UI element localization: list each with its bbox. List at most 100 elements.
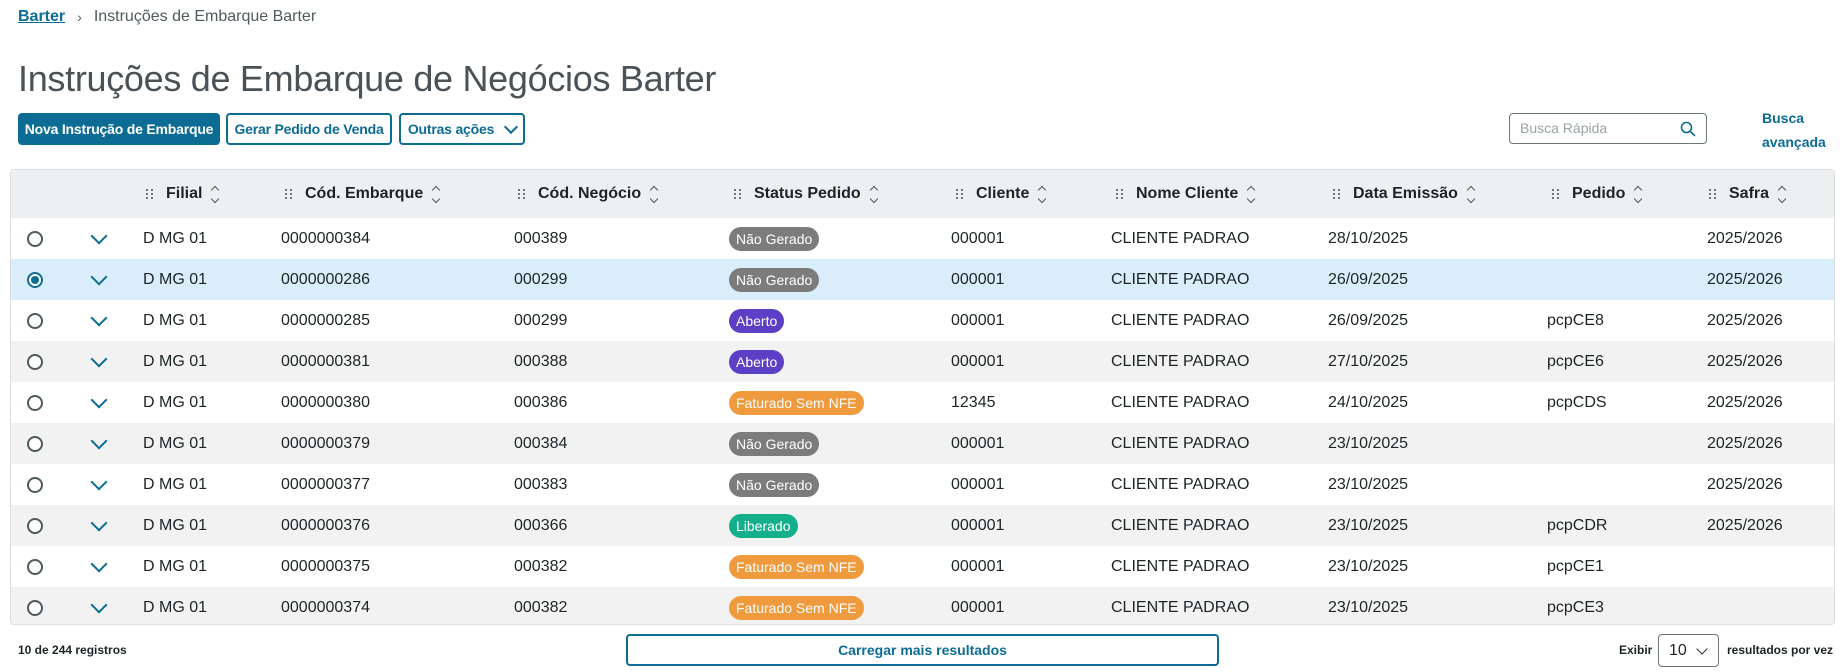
page-size-label: Exibir <box>1619 643 1653 657</box>
drag-handle-icon[interactable] <box>1333 189 1341 199</box>
row-select-cell <box>27 259 43 300</box>
row-select-radio[interactable] <box>27 558 43 575</box>
advanced-search-link[interactable]: Busca avançada <box>1762 106 1828 154</box>
cell-cod-negocio-text: 000366 <box>514 516 568 534</box>
chevron-down-icon[interactable] <box>90 596 108 613</box>
row-select-radio[interactable] <box>27 599 43 616</box>
cell-filial: D MG 01 <box>143 587 207 624</box>
row-select-cell <box>27 382 43 423</box>
row-select-cell <box>27 341 43 382</box>
row-select-radio[interactable] <box>27 230 43 247</box>
row-select-radio[interactable] <box>27 353 43 370</box>
sort-icon[interactable] <box>1247 185 1256 203</box>
chevron-down-icon[interactable] <box>90 350 108 367</box>
row-select-radio[interactable] <box>27 312 43 329</box>
row-expand-cell <box>90 382 108 423</box>
quick-search-input[interactable] <box>1518 119 1682 137</box>
column-header-filial[interactable]: Filial <box>146 170 220 218</box>
table-row[interactable]: D MG 01 0000000384 000389 Não Gerado 000001 C… <box>11 218 1834 259</box>
chevron-down-icon[interactable] <box>90 555 108 572</box>
record-count: 10 de 244 registros <box>18 643 127 657</box>
new-shipping-instruction-button[interactable]: Nova Instrução de Embarque <box>18 113 220 145</box>
cell-pedido-text: pcpCE1 <box>1547 557 1604 575</box>
cell-nome-cliente: CLIENTE PADRAO <box>1111 259 1249 300</box>
drag-handle-icon[interactable] <box>956 189 964 199</box>
cell-data-emissao: 26/09/2025 <box>1328 259 1408 300</box>
cell-filial-text: D MG 01 <box>143 270 208 288</box>
chevron-down-icon[interactable] <box>90 227 108 244</box>
chevron-down-icon[interactable] <box>90 309 108 326</box>
cell-safra-text: 2025/2026 <box>1707 270 1783 288</box>
table-row[interactable]: D MG 01 0000000381 000388 Aberto 000001 CLIEN… <box>11 341 1834 382</box>
drag-handle-icon[interactable] <box>1116 189 1124 199</box>
cell-status-pedido: Não Gerado <box>729 259 820 300</box>
search-icon[interactable] <box>1680 121 1696 137</box>
sort-icon[interactable] <box>1038 185 1047 203</box>
chevron-down-icon[interactable] <box>90 473 108 490</box>
chevron-down-icon[interactable] <box>90 268 108 285</box>
column-header-safra[interactable]: Safra <box>1709 170 1787 218</box>
cell-pedido-text: pcpCE6 <box>1547 352 1604 370</box>
column-header-label: Filial <box>166 185 203 202</box>
cell-cod-negocio: 000389 <box>514 218 567 259</box>
load-more-button[interactable]: Carregar mais resultados <box>626 634 1219 666</box>
table-row[interactable]: D MG 01 0000000376 000366 Liberado 000001 CLI… <box>11 505 1834 546</box>
column-header-data-emissao[interactable]: Data Emissão <box>1333 170 1476 218</box>
cell-cod-negocio: 000388 <box>514 341 567 382</box>
column-header-label: Nome Cliente <box>1136 185 1239 202</box>
quick-search[interactable] <box>1509 113 1707 144</box>
sort-icon[interactable] <box>431 185 441 203</box>
chevron-down-icon[interactable] <box>90 391 108 408</box>
breadcrumb-root-link[interactable]: Barter <box>18 8 65 26</box>
cell-cod-negocio: 000382 <box>514 546 567 587</box>
cell-cod-negocio-text: 000299 <box>514 270 568 288</box>
table-row[interactable]: D MG 01 0000000285 000299 Aberto 000001 CLIEN… <box>11 300 1834 341</box>
sort-icon[interactable] <box>1466 185 1476 203</box>
column-header-label: Pedido <box>1572 185 1626 202</box>
other-actions-button[interactable]: Outras ações <box>399 113 525 145</box>
sort-icon[interactable] <box>1777 185 1787 203</box>
drag-handle-icon[interactable] <box>285 189 293 199</box>
column-header-pedido[interactable]: Pedido <box>1552 170 1643 218</box>
column-header-status-pedido[interactable]: Status Pedido <box>734 170 878 218</box>
column-header-cod-embarque[interactable]: Cód. Embarque <box>285 170 441 218</box>
table-row[interactable]: D MG 01 0000000377 000383 Não Gerado 000001 C… <box>11 464 1834 505</box>
row-select-radio[interactable] <box>27 394 43 411</box>
column-header-label: Safra <box>1729 185 1770 202</box>
status-badge: Não Gerado <box>729 472 820 497</box>
column-header-cod-negocio[interactable]: Cód. Negócio <box>518 170 659 218</box>
row-select-radio[interactable] <box>27 517 43 534</box>
page-size-select[interactable]: 10 <box>1658 634 1719 667</box>
row-select-radio[interactable] <box>27 476 43 493</box>
cell-cod-embarque-text: 0000000384 <box>281 229 370 247</box>
sort-icon[interactable] <box>869 185 878 203</box>
column-header-nome-cliente[interactable]: Nome Cliente <box>1116 170 1256 218</box>
column-header-cliente[interactable]: Cliente <box>956 170 1047 218</box>
cell-safra-text: 2025/2026 <box>1707 229 1783 247</box>
sort-icon[interactable] <box>649 185 659 203</box>
row-select-cell <box>27 464 43 505</box>
cell-cliente-text: 000001 <box>951 557 1005 575</box>
drag-handle-icon[interactable] <box>1709 189 1717 199</box>
table-row[interactable]: D MG 01 0000000380 000386 Faturado Sem NFE 1… <box>11 382 1834 423</box>
row-expand-cell <box>90 300 108 341</box>
table-row[interactable]: D MG 01 0000000374 000382 Faturado Sem NFE 0… <box>11 587 1834 624</box>
column-header-label: Cód. Negócio <box>538 185 642 202</box>
table-row[interactable]: D MG 01 0000000375 000382 Faturado Sem NFE 0… <box>11 546 1834 587</box>
drag-handle-icon[interactable] <box>734 189 742 199</box>
table-row[interactable]: D MG 01 0000000286 000299 Não Gerado 000001 C… <box>11 259 1834 300</box>
cell-cod-embarque-text: 0000000377 <box>281 475 370 493</box>
sort-icon[interactable] <box>1634 185 1643 203</box>
row-select-radio[interactable] <box>27 435 43 452</box>
drag-handle-icon[interactable] <box>146 189 154 199</box>
chevron-down-icon[interactable] <box>90 514 108 531</box>
drag-handle-icon[interactable] <box>1552 189 1560 199</box>
row-select-radio[interactable] <box>27 271 43 288</box>
table-row[interactable]: D MG 01 0000000379 000384 Não Gerado 000001 C… <box>11 423 1834 464</box>
sort-icon[interactable] <box>211 185 220 203</box>
drag-handle-icon[interactable] <box>518 189 526 199</box>
cell-cliente: 000001 <box>951 587 1004 624</box>
chevron-down-icon[interactable] <box>90 432 108 449</box>
generate-sales-order-button[interactable]: Gerar Pedido de Venda <box>226 113 392 145</box>
row-select-cell <box>27 505 43 546</box>
